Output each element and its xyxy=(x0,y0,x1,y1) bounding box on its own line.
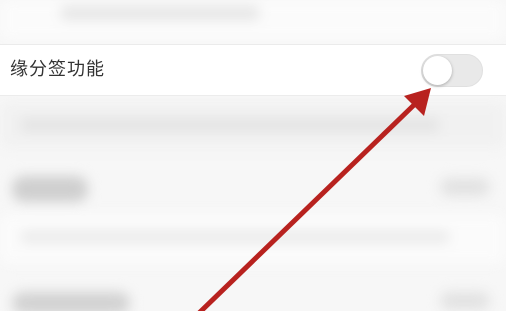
blurred-chevron-2 xyxy=(440,292,490,310)
blurred-text-1 xyxy=(20,118,440,132)
settings-screen: 缘分签功能 xyxy=(0,0,506,311)
toggle-knob xyxy=(423,56,452,85)
blurred-text-top xyxy=(60,6,260,20)
blurred-chevron-1 xyxy=(440,178,490,196)
fate-sign-setting-row[interactable]: 缘分签功能 xyxy=(0,44,506,96)
blurred-header-1 xyxy=(12,176,88,202)
blurred-header-2 xyxy=(12,292,130,311)
fate-sign-label: 缘分签功能 xyxy=(10,59,105,80)
fate-sign-toggle[interactable] xyxy=(421,54,483,87)
blurred-text-2 xyxy=(20,230,450,244)
